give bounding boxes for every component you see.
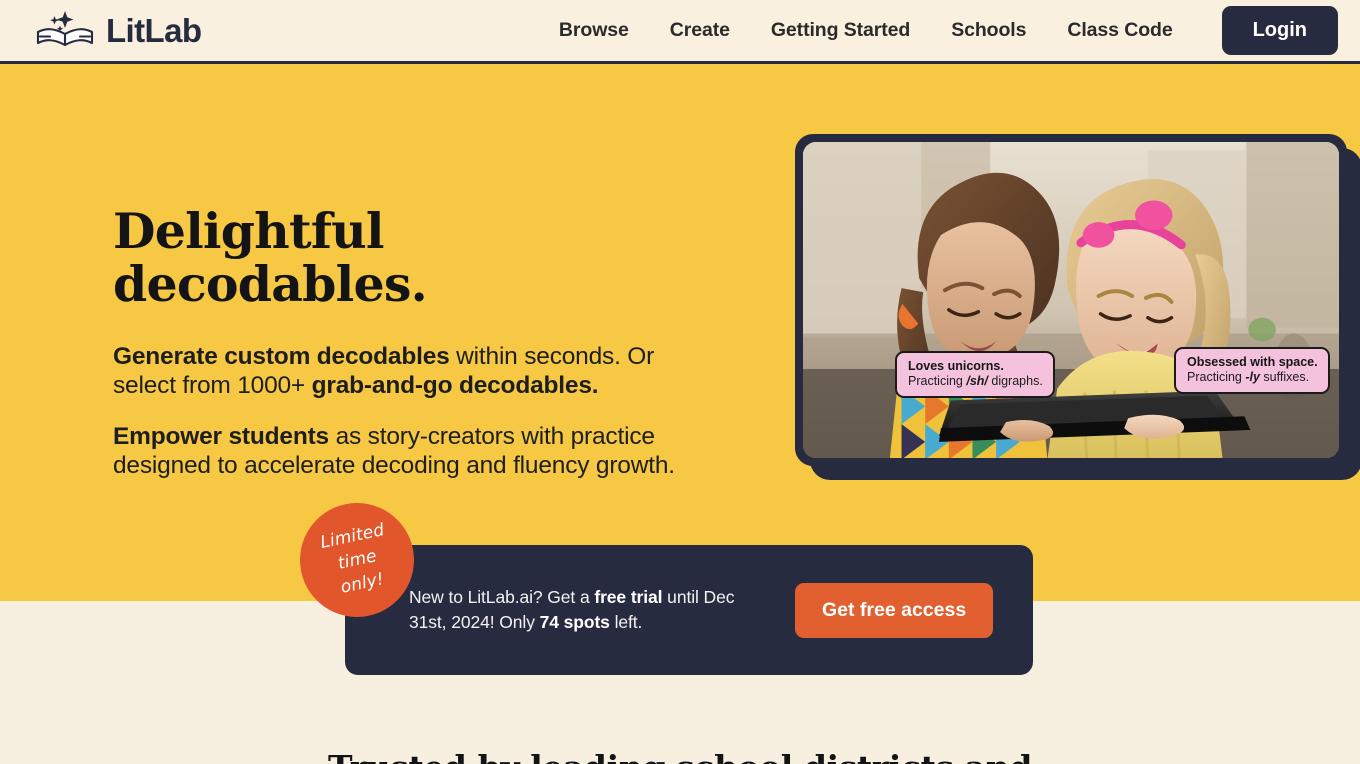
limited-time-badge: Limited time only! [300,503,414,617]
student-tag-left-title: Loves unicorns. [908,359,1004,373]
promo-text-post: left. [609,612,643,632]
nav-item-schools[interactable]: Schools [951,19,1026,42]
logo[interactable]: LitLab [34,10,202,52]
login-button[interactable]: Login [1221,6,1338,55]
hero-p1-bold-2: grab-and-go decodables. [311,371,599,399]
nav-item-class-code[interactable]: Class Code [1067,19,1172,42]
nav-item-getting-started[interactable]: Getting Started [771,19,910,42]
student-tag-right-title: Obsessed with space. [1187,355,1318,369]
trusted-by-section: Trusted by leading school districts and [0,690,1360,764]
hero-photo-card: Loves unicorns. Practicing /sh/ digraphs… [795,134,1347,466]
promo-text-bold-1: free trial [594,587,663,608]
promo-text-bold-2: 74 spots [539,612,610,632]
site-header: LitLab Browse Create Getting Started Sch… [0,0,1360,64]
two-girls-reading-photo-illustration [803,142,1339,458]
student-tag-left-subtitle: Practicing /sh/ digraphs. [908,374,1043,389]
nav-item-create[interactable]: Create [670,19,730,42]
litlab-landing-page: LitLab Browse Create Getting Started Sch… [0,0,1360,764]
tag-left-sub-post: digraphs. [987,373,1043,388]
tag-right-sub-emphasis: -ly [1245,369,1260,384]
hero-paragraph-2: Empower students as story-creators with … [113,423,713,481]
limited-time-badge-text: Limited time only! [318,518,396,602]
hero-p1-bold-1: Generate custom decodables [113,342,450,370]
main-navigation: Browse Create Getting Started Schools Cl… [559,6,1338,55]
open-book-sparkles-icon [36,10,94,46]
promo-banner: New to LitLab.ai? Get a free trial until… [345,545,1033,675]
hero-paragraph-1: Generate custom decodables within second… [113,343,713,401]
promo-text-pre: New to LitLab.ai? Get a [409,587,595,608]
hero-p2-bold-1: Empower students [113,422,329,450]
page-title: Delightful decodables. [113,202,428,313]
student-tag-right: Obsessed with space. Practicing -ly suff… [1174,347,1330,394]
get-free-access-button[interactable]: Get free access [795,582,994,638]
tag-left-sub-emphasis: /sh/ [966,373,988,388]
tag-left-sub-pre: Practicing [908,373,967,388]
hero-photo: Loves unicorns. Practicing /sh/ digraphs… [803,142,1339,458]
tag-right-sub-post: suffixes. [1259,369,1310,384]
logo-text: LitLab [106,12,202,49]
student-tag-left: Loves unicorns. Practicing /sh/ digraphs… [895,351,1055,398]
promo-text: New to LitLab.ai? Get a free trial until… [409,585,769,635]
nav-item-browse[interactable]: Browse [559,19,629,42]
tag-right-sub-pre: Practicing [1187,369,1246,384]
student-tag-right-subtitle: Practicing -ly suffixes. [1187,370,1318,385]
trusted-by-heading: Trusted by leading school districts and [328,748,1032,764]
hero-copy: Delightful decodables. Generate custom d… [113,205,713,502]
